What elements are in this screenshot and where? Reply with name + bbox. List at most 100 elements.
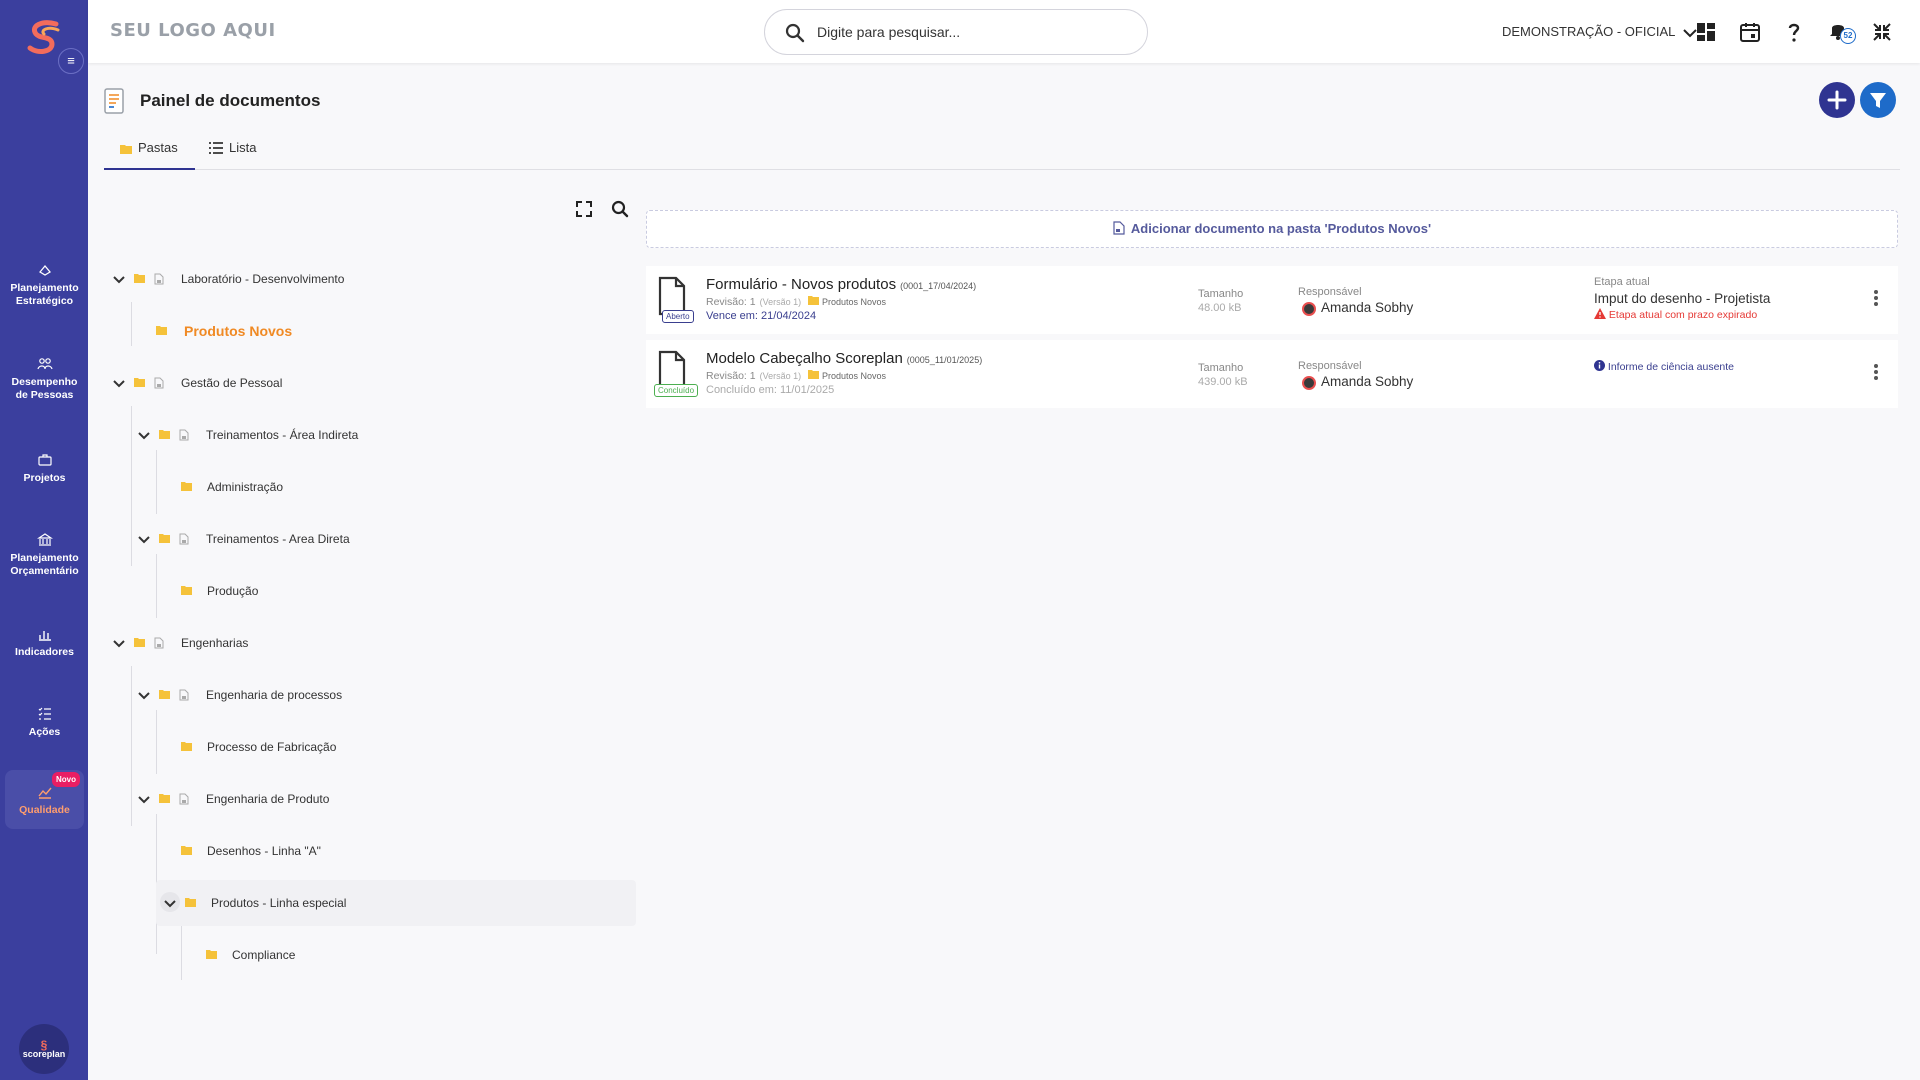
- sidebar-item-desempenho-pessoas[interactable]: Desempenho de Pessoas: [5, 356, 84, 402]
- document-row[interactable]: Aberto Formulário - Novos produtos (0001_…: [646, 266, 1898, 334]
- current-stage: Imput do desenho - Projetista: [1594, 291, 1771, 306]
- tree-node-produtos-linha-especial[interactable]: Produtos - Linha especial: [163, 892, 513, 914]
- tree-node-administracao[interactable]: Administração: [181, 476, 521, 498]
- avatar: [1302, 302, 1316, 316]
- sidebar-item-label: Qualidade: [19, 804, 70, 816]
- tree-node-processo-fabricacao[interactable]: Processo de Fabricação: [181, 736, 521, 758]
- document-code: (0005_11/01/2025): [906, 355, 983, 365]
- help-icon[interactable]: [1782, 20, 1806, 44]
- chevron-down-icon[interactable]: [163, 896, 177, 910]
- completed-date: Concluído em: 11/01/2025: [706, 384, 835, 396]
- document-title-text[interactable]: Modelo Cabeçalho Scoreplan: [706, 350, 903, 367]
- document-title-text[interactable]: Formulário - Novos produtos: [706, 276, 896, 293]
- company-selector[interactable]: DEMONSTRAÇÃO - OFICIAL: [1502, 24, 1697, 39]
- tree-node-label: Compliance: [232, 948, 296, 962]
- list-icon: [209, 142, 223, 154]
- tree-node-engenharia-produto[interactable]: Engenharia de Produto: [137, 788, 517, 810]
- bar-chart-icon: [38, 631, 51, 641]
- tree-node-engenharia-processos[interactable]: Engenharia de processos: [137, 684, 517, 706]
- sidebar-item-label: Indicadores: [15, 646, 74, 658]
- sidebar-item-qualidade[interactable]: Novo Qualidade: [5, 770, 84, 829]
- brand-mark-icon: §: [40, 1038, 48, 1052]
- brand-label: scoreplan: [22, 1049, 66, 1059]
- calendar-icon[interactable]: [1738, 20, 1762, 44]
- size-label: Tamanho: [1198, 362, 1244, 374]
- document-lock-icon: [179, 533, 189, 545]
- tree-node-compliance[interactable]: Compliance: [206, 944, 506, 966]
- tree-node-label: Treinamentos - Area Direta: [206, 532, 350, 546]
- avatar: [1302, 376, 1316, 390]
- tree-node-engenharias[interactable]: Engenharias: [112, 632, 512, 654]
- sidebar-item-planejamento-orcamentario[interactable]: Planejamento Orçamentário: [5, 532, 84, 578]
- tree-node-laboratorio[interactable]: Laboratório - Desenvolvimento: [112, 268, 512, 290]
- add-document-to-folder-button[interactable]: Adicionar documento na pasta 'Produtos N…: [646, 210, 1898, 248]
- more-options-icon[interactable]: [1874, 364, 1880, 384]
- document-meta: Revisão: 1 (Versão 1) Produtos Novos: [706, 370, 886, 382]
- sidebar-item-label: Planejamento Estratégico: [10, 282, 79, 307]
- search-box[interactable]: [764, 9, 1148, 55]
- tree-search-icon[interactable]: [611, 200, 629, 218]
- chevron-down-icon[interactable]: [137, 792, 151, 806]
- chevron-down-icon[interactable]: [112, 376, 126, 390]
- menu-toggle-button[interactable]: ≡: [58, 48, 84, 74]
- chevron-down-icon[interactable]: [137, 688, 151, 702]
- trend-icon: [37, 787, 52, 799]
- company-name: DEMONSTRAÇÃO - OFICIAL: [1502, 24, 1675, 39]
- notifications-button[interactable]: 52: [1828, 20, 1856, 44]
- folder-icon: [159, 794, 170, 803]
- status-badge: Aberto: [662, 310, 694, 323]
- sidebar-item-label: Planejamento Orçamentário: [10, 552, 79, 577]
- document-lock-icon: [154, 273, 164, 285]
- document-meta: Revisão: 1 (Versão 1) Produtos Novos: [706, 296, 886, 308]
- briefcase-icon: [37, 454, 52, 466]
- filter-button[interactable]: [1860, 82, 1896, 118]
- tree-node-label: Produtos - Linha especial: [211, 896, 347, 910]
- version-text: (Versão 1): [759, 297, 802, 307]
- tree-node-treinamentos-indireta[interactable]: Treinamentos - Área Indireta: [137, 424, 517, 446]
- chevron-down-icon[interactable]: [112, 272, 126, 286]
- scoreplan-brand[interactable]: § scoreplan: [19, 1024, 69, 1074]
- chevron-down-icon[interactable]: [137, 428, 151, 442]
- tab-lista[interactable]: Lista: [209, 136, 279, 170]
- folder-icon: [181, 846, 192, 855]
- tree-node-produtos-novos[interactable]: Produtos Novos: [156, 320, 516, 342]
- search-icon: [785, 23, 805, 43]
- dashboard-icon[interactable]: [1694, 20, 1718, 44]
- tree-node-label: Laboratório - Desenvolvimento: [181, 272, 345, 286]
- add-document-button[interactable]: [1819, 82, 1855, 118]
- bank-icon: [36, 533, 53, 546]
- tree-node-producao[interactable]: Produção: [181, 580, 521, 602]
- tree-node-treinamentos-direta[interactable]: Treinamentos - Area Direta: [137, 528, 517, 550]
- sidebar-item-planejamento-estrategico[interactable]: Planejamento Estratégico: [5, 262, 84, 308]
- info-notice: Informe de ciência ausente: [1594, 360, 1734, 373]
- stage-warning: Etapa atual com prazo expirado: [1594, 308, 1757, 321]
- sidebar-item-label: Desempenho de Pessoas: [11, 376, 78, 401]
- fullscreen-exit-icon[interactable]: [1870, 20, 1894, 44]
- document-row[interactable]: Concluído Modelo Cabeçalho Scoreplan (000…: [646, 340, 1898, 408]
- size-value: 48.00 kB: [1198, 302, 1242, 314]
- sidebar-item-projetos[interactable]: Projetos: [5, 452, 84, 485]
- info-notice-text: Informe de ciência ausente: [1607, 361, 1734, 373]
- document-lock-icon: [154, 637, 164, 649]
- view-tabs: Pastas Lista: [104, 136, 1900, 170]
- notifications-count: 52: [1840, 28, 1856, 44]
- more-options-icon[interactable]: [1874, 290, 1880, 310]
- sidebar-item-acoes[interactable]: Ações: [5, 706, 84, 739]
- revision-text: Revisão: 1: [706, 370, 756, 382]
- tab-pastas[interactable]: Pastas: [104, 136, 195, 170]
- expand-icon[interactable]: [575, 200, 593, 218]
- search-input[interactable]: [817, 20, 1127, 44]
- document-title: Modelo Cabeçalho Scoreplan (0005_11/01/20…: [706, 350, 982, 367]
- tree-node-label: Engenharias: [181, 636, 249, 650]
- tree-node-desenhos-linha-a[interactable]: Desenhos - Linha "A": [181, 840, 521, 862]
- document-lock-icon: [179, 793, 189, 805]
- chevron-down-icon[interactable]: [137, 532, 151, 546]
- revision-text: Revisão: 1: [706, 296, 756, 308]
- folder-icon: [181, 482, 192, 491]
- chevron-down-icon[interactable]: [112, 636, 126, 650]
- tree-node-gestao-pessoal[interactable]: Gestão de Pessoal: [112, 372, 512, 394]
- document-lock-icon: [179, 429, 189, 441]
- sidebar-item-indicadores[interactable]: Indicadores: [5, 626, 84, 659]
- folder-icon: [808, 296, 820, 305]
- folder-icon: [120, 145, 132, 154]
